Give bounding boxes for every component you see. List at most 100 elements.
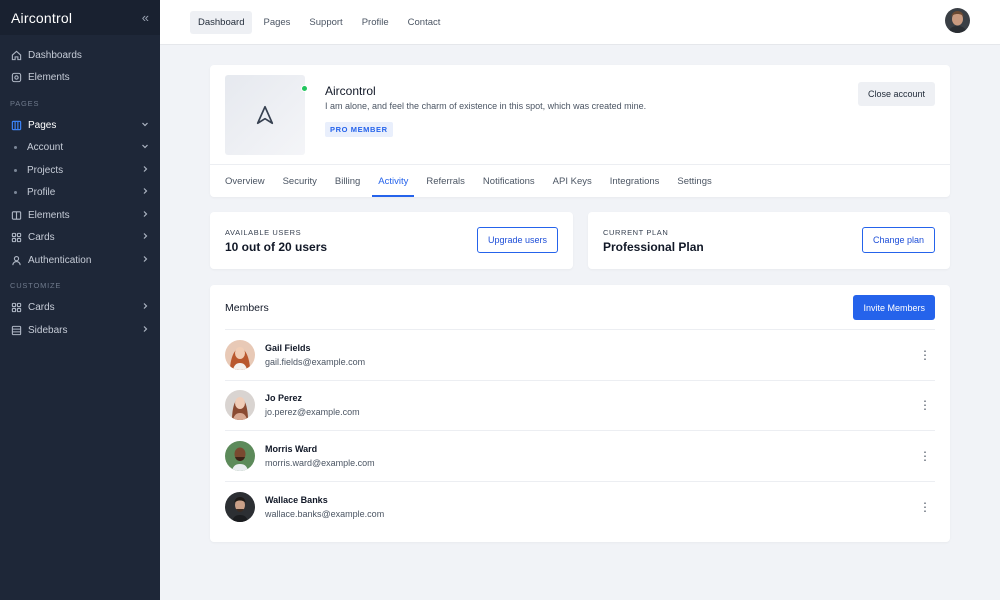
sidebar-item-label: Projects	[27, 164, 64, 176]
sidebar-item-cards[interactable]: Cards	[0, 227, 160, 250]
layout-icon	[10, 119, 22, 131]
tab-integrations[interactable]: Integrations	[604, 165, 666, 197]
member-email: wallace.banks@example.com	[265, 508, 385, 519]
member-row: Morris Ward morris.ward@example.com ⋮	[225, 431, 935, 482]
settings-icon	[10, 72, 22, 84]
navigation-icon	[256, 105, 274, 125]
sidebar-item-elements[interactable]: Elements	[0, 67, 160, 90]
tab-api-keys[interactable]: API Keys	[547, 165, 598, 197]
member-name: Morris Ward	[265, 443, 318, 454]
profile-cover	[225, 75, 305, 155]
avatar	[225, 440, 255, 471]
collapse-sidebar-icon[interactable]: «	[142, 10, 149, 25]
sidebar-item-pages[interactable]: Pages	[0, 114, 160, 137]
nav-link-contact[interactable]: Contact	[400, 11, 449, 34]
bullet-icon	[14, 191, 17, 195]
more-vertical-icon[interactable]: ⋮	[918, 500, 932, 514]
available-users-label: AVAILABLE USERS	[225, 228, 302, 237]
upgrade-users-button[interactable]: Upgrade users	[476, 227, 558, 253]
sidebar-item-cards-customize[interactable]: Cards	[0, 297, 160, 320]
sidebar: Aircontrol « Dashboards Elements PAGES P…	[0, 0, 160, 600]
user-icon	[10, 254, 22, 266]
profile-name: Aircontrol	[325, 84, 376, 98]
member-info: Wallace Banks wallace.banks@example.com	[265, 495, 918, 519]
chevron-right-icon	[140, 232, 150, 243]
tab-overview[interactable]: Overview	[225, 165, 271, 197]
member-info: Jo Perez jo.perez@example.com	[265, 393, 918, 417]
member-row: Gail Fields gail.fields@example.com ⋮	[225, 330, 935, 381]
sidebar-item-label: Dashboards	[28, 49, 82, 61]
member-name: Wallace Banks	[265, 494, 328, 505]
sidebar-item-authentication[interactable]: Authentication	[0, 249, 160, 272]
online-status-dot	[301, 85, 308, 92]
change-plan-button[interactable]: Change plan	[861, 227, 935, 253]
chevron-right-icon	[140, 165, 150, 176]
sidebar-icon	[10, 324, 22, 336]
member-email: morris.ward@example.com	[265, 457, 375, 468]
chevron-right-icon	[140, 210, 150, 221]
sidebar-item-elements-pages[interactable]: Elements	[0, 204, 160, 227]
chevron-down-icon	[140, 142, 150, 153]
sidebar-section-customize: CUSTOMIZE	[10, 281, 62, 290]
member-row: Jo Perez jo.perez@example.com ⋮	[225, 381, 935, 431]
user-avatar[interactable]	[945, 8, 970, 33]
member-list: Gail Fields gail.fields@example.com ⋮ Jo…	[225, 329, 935, 532]
sidebar-item-label: Cards	[28, 302, 55, 314]
profile-description: I am alone, and feel the charm of existe…	[325, 101, 647, 111]
more-vertical-icon[interactable]: ⋮	[918, 398, 932, 412]
sidebar-item-label: Account	[27, 142, 64, 154]
chevron-right-icon	[140, 187, 150, 198]
sidebar-nav: Dashboards Elements PAGES Pages Account …	[0, 35, 160, 342]
topbar: Dashboard Pages Support Profile Contact	[160, 0, 1000, 45]
home-icon	[10, 49, 22, 61]
sidebar-item-label: Pages	[28, 119, 57, 131]
members-title: Members	[225, 302, 269, 314]
member-info: Morris Ward morris.ward@example.com	[265, 444, 918, 468]
member-name: Jo Perez	[265, 393, 303, 404]
pro-member-badge: PRO MEMBER	[325, 122, 393, 137]
more-vertical-icon[interactable]: ⋮	[918, 449, 932, 463]
member-email: jo.perez@example.com	[265, 407, 360, 418]
grid-icon	[10, 232, 22, 244]
chevron-right-icon	[140, 325, 150, 336]
bullet-icon	[14, 146, 17, 150]
chevron-right-icon	[140, 302, 150, 313]
bullet-icon	[14, 168, 17, 172]
columns-icon	[10, 209, 22, 221]
profile-tabs: Overview Security Billing Activity Refer…	[210, 164, 950, 197]
member-email: gail.fields@example.com	[265, 356, 366, 367]
tab-security[interactable]: Security	[277, 165, 323, 197]
member-row: Wallace Banks wallace.banks@example.com …	[225, 482, 935, 533]
more-vertical-icon[interactable]: ⋮	[918, 348, 932, 362]
sidebar-item-label: Sidebars	[28, 324, 68, 336]
available-users-value: 10 out of 20 users	[225, 240, 328, 254]
sidebar-item-label: Cards	[28, 232, 55, 244]
brand-logo[interactable]: Aircontrol	[11, 10, 142, 26]
sidebar-item-label: Elements	[28, 209, 70, 221]
sidebar-item-sidebars[interactable]: Sidebars	[0, 319, 160, 342]
nav-link-support[interactable]: Support	[301, 11, 350, 34]
tab-activity[interactable]: Activity	[372, 165, 415, 197]
nav-link-dashboard[interactable]: Dashboard	[190, 10, 253, 34]
sidebar-subitem-projects[interactable]: Projects	[0, 159, 160, 182]
sidebar-subitem-profile[interactable]: Profile	[0, 182, 160, 205]
tab-referrals[interactable]: Referrals	[420, 165, 471, 197]
grid-icon	[10, 302, 22, 314]
close-account-button[interactable]: Close account	[857, 82, 935, 106]
nav-link-pages[interactable]: Pages	[255, 11, 298, 34]
brand-bar: Aircontrol «	[0, 0, 160, 35]
invite-members-button[interactable]: Invite Members	[853, 295, 935, 320]
tab-notifications[interactable]: Notifications	[477, 165, 541, 197]
sidebar-item-label: Authentication	[28, 254, 92, 266]
nav-link-profile[interactable]: Profile	[354, 11, 397, 34]
sidebar-item-dashboards[interactable]: Dashboards	[0, 44, 160, 67]
current-plan-card: CURRENT PLAN Professional Plan Change pl…	[588, 212, 950, 269]
current-plan-label: CURRENT PLAN	[603, 228, 669, 237]
tab-billing[interactable]: Billing	[329, 165, 366, 197]
tab-settings[interactable]: Settings	[671, 165, 717, 197]
sidebar-item-label: Profile	[27, 187, 56, 199]
avatar	[225, 491, 255, 522]
member-info: Gail Fields gail.fields@example.com	[265, 343, 918, 367]
available-users-card: AVAILABLE USERS 10 out of 20 users Upgra…	[210, 212, 573, 269]
sidebar-subitem-account[interactable]: Account	[0, 137, 160, 160]
